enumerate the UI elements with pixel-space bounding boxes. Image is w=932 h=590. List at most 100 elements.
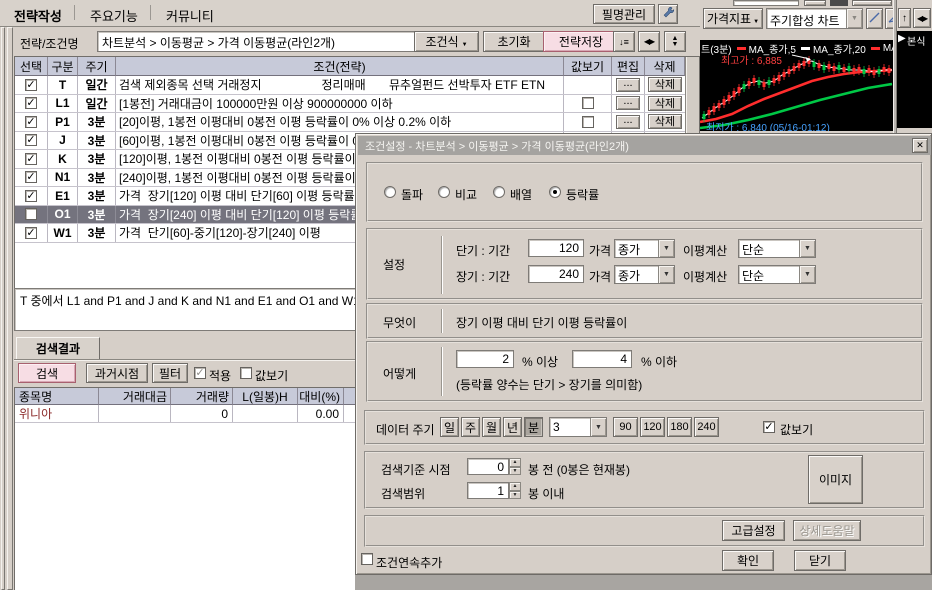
chevron-down-icon[interactable]: ▼: [590, 418, 606, 436]
row-select-checkbox[interactable]: ✓: [25, 97, 37, 109]
close-button[interactable]: 닫기: [794, 550, 846, 571]
menu-community[interactable]: 커뮤니티: [166, 6, 214, 25]
period-unit-button[interactable]: 년: [503, 417, 522, 437]
candlestick-chart[interactable]: 트(3분)MA_종가,5MA_종가,20MA 최고가 : 6,885 최저가 :…: [700, 40, 893, 131]
condition-expression-button[interactable]: 조건식▼: [414, 31, 479, 52]
value-view-checkbox[interactable]: [240, 367, 252, 379]
spin-up-icon[interactable]: ▲: [509, 458, 521, 467]
delete-button[interactable]: 삭제: [648, 96, 682, 111]
filter-button[interactable]: 필터: [152, 363, 188, 383]
short-period-input[interactable]: 120: [528, 239, 584, 257]
edit-button[interactable]: ...: [616, 115, 640, 129]
period-preset-button[interactable]: 240: [694, 417, 719, 437]
vertical-arrows-button[interactable]: ▲▼: [664, 31, 686, 52]
how-note: (등락률 양수는 단기 > 장기를 의미함): [456, 376, 642, 393]
chevron-down-icon[interactable]: ▼: [658, 266, 674, 283]
edit-button[interactable]: ...: [616, 96, 640, 110]
radio-1[interactable]: [384, 186, 396, 198]
collapse-up-button[interactable]: ↑: [898, 8, 911, 28]
tab-search-results[interactable]: 검색결과: [16, 337, 100, 360]
row-select-checkbox[interactable]: ✓: [25, 227, 37, 239]
period-preset-button[interactable]: 180: [667, 417, 692, 437]
apply-checkbox[interactable]: ✓: [194, 367, 206, 379]
long-price-select[interactable]: 종가▼: [614, 265, 675, 284]
max-percent-input[interactable]: 4: [572, 350, 632, 368]
continuous-add-checkbox[interactable]: [361, 553, 373, 565]
strategy-table-row[interactable]: ✓P13분[20]이평, 1봉전 이평대비 0봉전 이평 등락률이 0% 이상 …: [15, 113, 685, 132]
period-unit-button[interactable]: 일: [440, 417, 459, 437]
strategy-path-input[interactable]: 차트분석 > 이동평균 > 가격 이동평균(라인2개): [97, 31, 415, 52]
expand-arrows-button[interactable]: ◀▶: [913, 8, 931, 28]
menu-main-functions[interactable]: 주요기능: [90, 6, 138, 25]
how-group: [366, 341, 923, 402]
divider: [441, 236, 442, 294]
pen-name-manage-button[interactable]: 필명관리: [593, 4, 655, 24]
strategy-header-cell: 삭제: [645, 57, 685, 76]
ok-button[interactable]: 확인: [722, 550, 774, 571]
advanced-settings-button[interactable]: 고급설정: [722, 520, 785, 541]
search-base-input[interactable]: 0: [467, 458, 509, 475]
save-strategy-button[interactable]: 전략저장: [543, 31, 619, 52]
mini-panel-label: 본식: [907, 33, 925, 48]
row-select-checkbox[interactable]: ✓: [25, 153, 37, 165]
long-period-input[interactable]: 240: [528, 265, 584, 283]
dialog-value-view-checkbox[interactable]: ✓: [763, 421, 775, 433]
search-range-spinner[interactable]: ▲▼: [509, 482, 521, 499]
radio-4[interactable]: [549, 186, 561, 198]
strategy-header-cell: 선택: [15, 57, 48, 76]
long-calc-select[interactable]: 단순▼: [738, 265, 816, 284]
delete-button[interactable]: 삭제: [648, 77, 682, 92]
short-calc-select[interactable]: 단순▼: [738, 239, 816, 258]
image-button[interactable]: 이미지: [808, 455, 863, 504]
dialog-close-button[interactable]: ✕: [912, 138, 928, 153]
radio-3[interactable]: [493, 186, 505, 198]
splitter-bar[interactable]: [7, 27, 13, 590]
period-unit-button[interactable]: 분: [524, 417, 543, 437]
period-preset-button[interactable]: 120: [640, 417, 665, 437]
trendline-tool-button[interactable]: [866, 8, 883, 29]
min-percent-input[interactable]: 2: [456, 350, 514, 368]
strategy-table-row[interactable]: ✓T일간검색 제외종목 선택 거래정지 정리매매 뮤추얼펀드 선박투자 ETF …: [15, 76, 685, 95]
radio-2[interactable]: [438, 186, 450, 198]
splitter-bar[interactable]: [1, 27, 5, 590]
chevron-down-icon[interactable]: ▼: [799, 240, 815, 257]
search-range-input[interactable]: 1: [467, 482, 509, 499]
sort-icon-button[interactable]: ↓≡: [613, 31, 635, 52]
angle-tool-button[interactable]: [885, 8, 893, 29]
menu-strategy-write[interactable]: 전략작성: [14, 6, 62, 25]
period-preset-button[interactable]: 90: [613, 417, 638, 437]
spin-down-icon[interactable]: ▼: [509, 491, 521, 500]
row-select-checkbox[interactable]: ✓: [25, 116, 37, 128]
chevron-down-icon[interactable]: ▼: [658, 240, 674, 257]
row-value-view-checkbox[interactable]: [582, 116, 594, 128]
row-select-checkbox[interactable]: ✓: [25, 79, 37, 91]
search-base-spinner[interactable]: ▲▼: [509, 458, 521, 475]
dialog-titlebar[interactable]: 조건설정 - 차트분석 > 이동평균 > 가격 이동평균(라인2개) ✕: [358, 136, 931, 155]
search-button[interactable]: 검색: [18, 363, 76, 383]
spin-down-icon[interactable]: ▼: [509, 467, 521, 476]
horizontal-arrows-button[interactable]: ◀▶: [638, 31, 660, 52]
short-price-select[interactable]: 종가▼: [614, 239, 675, 258]
period-unit-button[interactable]: 주: [461, 417, 480, 437]
edit-button[interactable]: ...: [616, 78, 640, 92]
past-point-button[interactable]: 과거시점: [86, 363, 148, 383]
reset-button[interactable]: 초기화: [483, 31, 545, 52]
row-select-checkbox[interactable]: ✓: [25, 190, 37, 202]
period-unit-button[interactable]: 월: [482, 417, 501, 437]
detailed-help-button[interactable]: 상세도움말: [793, 520, 861, 541]
chevron-down-icon[interactable]: ▼: [799, 266, 815, 283]
delete-button[interactable]: 삭제: [648, 114, 682, 129]
row-select-checkbox[interactable]: ✓: [25, 134, 37, 146]
search-base-label: 검색기준 시점: [381, 461, 451, 478]
row-value-view-checkbox[interactable]: [582, 97, 594, 109]
row-select-checkbox[interactable]: ✓: [25, 208, 37, 220]
results-table-row[interactable]: 위니아00.00: [15, 405, 404, 423]
price-indicator-button[interactable]: 가격지표▼: [703, 8, 763, 29]
strategy-table-row[interactable]: ✓L1일간[1봉전] 거래대금이 100000만원 이상 900000000 이…: [15, 95, 685, 114]
row-select-checkbox[interactable]: ✓: [25, 171, 37, 183]
chevron-down-icon[interactable]: ▼: [846, 9, 862, 28]
minute-select[interactable]: 3▼: [549, 417, 607, 437]
spin-up-icon[interactable]: ▲: [509, 482, 521, 491]
composite-chart-combo[interactable]: 주기합성 차트 ▼: [766, 8, 863, 29]
wrench-icon-button[interactable]: [658, 4, 678, 24]
